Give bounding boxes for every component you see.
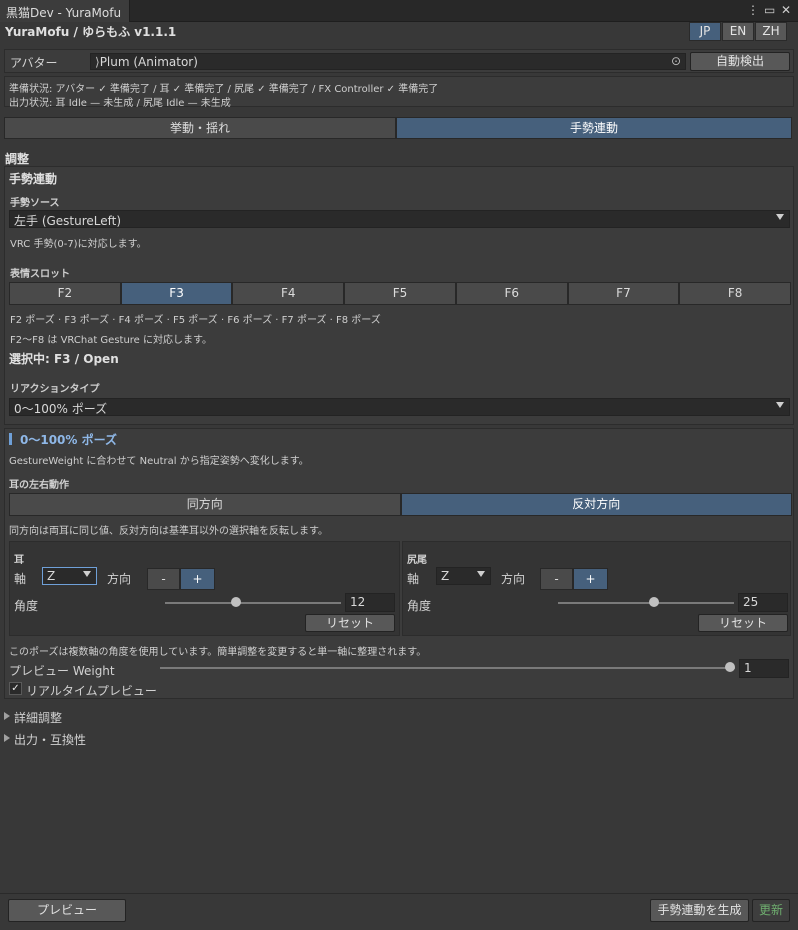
tail-axis-dropdown[interactable]: Z bbox=[436, 567, 491, 585]
slot-f3[interactable]: F3 bbox=[120, 282, 233, 305]
slots-summary: F2 ポーズ · F3 ポーズ · F4 ポーズ · F5 ポーズ · F6 ポ… bbox=[10, 315, 381, 326]
avatar-label: アバター bbox=[10, 56, 58, 70]
pose-panel: 0〜100% ポーズ GestureWeight に合わせて Neutral か… bbox=[4, 428, 794, 699]
preview-weight-field[interactable]: 1 bbox=[739, 659, 789, 678]
realtime-preview-label: リアルタイムプレビュー bbox=[26, 684, 157, 698]
maximize-icon[interactable]: ▭ bbox=[764, 3, 775, 17]
chevron-down-icon bbox=[776, 402, 784, 408]
gesture-source-label: 手勢ソース bbox=[10, 198, 60, 209]
gesture-source-value: 左手 (GestureLeft) bbox=[14, 214, 122, 228]
window-tab-bar: 黒猫Dev - YuraMofu ⋮ ▭ ✕ bbox=[0, 0, 798, 22]
tab-gesture[interactable]: 手勢連動 bbox=[396, 117, 792, 139]
slider-thumb[interactable] bbox=[649, 597, 659, 607]
tail-title: 尻尾 bbox=[407, 555, 427, 566]
tail-angle-field[interactable]: 25 bbox=[738, 593, 788, 612]
triangle-right-icon bbox=[4, 734, 10, 742]
close-icon[interactable]: ✕ bbox=[781, 3, 791, 17]
tail-axis-value: Z bbox=[441, 569, 450, 583]
preview-weight-slider[interactable] bbox=[160, 662, 735, 674]
multi-axis-note: このポーズは複数軸の角度を使用しています。簡単調整を変更すると単一軸に整理されま… bbox=[9, 647, 427, 658]
direction-help: 同方向は両耳に同じ値、反対方向は基準耳以外の選択軸を反転します。 bbox=[9, 526, 328, 537]
ear-minus-button[interactable]: - bbox=[147, 568, 180, 590]
lang-jp-button[interactable]: JP bbox=[689, 22, 721, 41]
slider-track bbox=[558, 602, 734, 604]
opposite-direction-option[interactable]: 反対方向 bbox=[400, 493, 792, 516]
foldout-output-label: 出力・互換性 bbox=[14, 733, 87, 747]
ear-angle-field[interactable]: 12 bbox=[345, 593, 395, 612]
gesture-source-help: VRC 手勢(0-7)に対応します。 bbox=[10, 239, 147, 250]
ear-plus-button[interactable]: + bbox=[180, 568, 215, 590]
subsection-title: 手勢連動 bbox=[9, 172, 58, 186]
triangle-right-icon bbox=[4, 712, 10, 720]
gesture-source-dropdown[interactable]: 左手 (GestureLeft) bbox=[9, 210, 790, 228]
chevron-down-icon bbox=[83, 571, 91, 577]
tab-behavior[interactable]: 挙動・揺れ bbox=[4, 117, 396, 139]
slot-f7[interactable]: F7 bbox=[567, 282, 680, 305]
update-button[interactable]: 更新 bbox=[752, 899, 790, 922]
tail-reset-button[interactable]: リセット bbox=[698, 614, 788, 632]
pose-title: 0〜100% ポーズ bbox=[20, 433, 117, 447]
ear-lr-label: 耳の左右動作 bbox=[9, 480, 69, 491]
section-title: 調整 bbox=[5, 152, 30, 166]
tail-angle-label: 角度 bbox=[407, 599, 432, 613]
preview-button[interactable]: プレビュー bbox=[8, 899, 126, 922]
status-output: 出力状況: 耳 Idle — 未生成 / 尻尾 Idle — 未生成 bbox=[9, 98, 231, 109]
ear-axis-dropdown[interactable]: Z bbox=[42, 567, 97, 585]
chevron-down-icon bbox=[776, 214, 784, 220]
ear-title: 耳 bbox=[14, 555, 24, 566]
lang-en-button[interactable]: EN bbox=[722, 22, 754, 41]
slider-thumb[interactable] bbox=[231, 597, 241, 607]
app-title: YuraMofu / ゆらもふ v1.1.1 bbox=[5, 25, 177, 39]
ear-angle-label: 角度 bbox=[14, 599, 39, 613]
slot-label: 表情スロット bbox=[10, 269, 70, 280]
status-ready: 準備状況: アバター ✓ 準備完了 / 耳 ✓ 準備完了 / 尻尾 ✓ 準備完了… bbox=[9, 84, 439, 95]
reaction-type-label: リアクションタイプ bbox=[10, 384, 100, 395]
avatar-value: Plum (Animator) bbox=[99, 55, 198, 69]
menu-icon[interactable]: ⋮ bbox=[747, 3, 759, 17]
pose-description: GestureWeight に合わせて Neutral から指定姿勢へ変化します… bbox=[9, 456, 309, 467]
generate-button[interactable]: 手勢連動を生成 bbox=[650, 899, 749, 922]
tail-axis-label: 軸 bbox=[407, 572, 420, 586]
slot-f8[interactable]: F8 bbox=[679, 282, 792, 305]
slot-f6[interactable]: F6 bbox=[455, 282, 568, 305]
tail-direction-label: 方向 bbox=[501, 572, 526, 586]
gesture-panel: 手勢連動 手勢ソース 左手 (GestureLeft) VRC 手勢(0-7)に… bbox=[4, 166, 794, 425]
foldout-advanced-label: 詳細調整 bbox=[14, 711, 63, 725]
object-picker-icon[interactable]: ⊙ bbox=[671, 54, 681, 68]
tail-minus-button[interactable]: - bbox=[540, 568, 573, 590]
section-accent-bar bbox=[9, 433, 12, 445]
slot-segment: F2 F3 F4 F5 F6 F7 F8 bbox=[9, 282, 792, 305]
tail-plus-button[interactable]: + bbox=[573, 568, 608, 590]
slot-f5[interactable]: F5 bbox=[344, 282, 456, 305]
ear-angle-slider[interactable] bbox=[165, 597, 341, 609]
ear-axis-label: 軸 bbox=[14, 572, 27, 586]
ear-box: 耳 軸 Z 方向 - + 角度 12 リセット bbox=[9, 541, 400, 636]
slider-thumb[interactable] bbox=[725, 662, 735, 672]
selected-slot-text: 選択中: F3 / Open bbox=[9, 352, 119, 366]
realtime-preview-checkbox[interactable]: ✓ bbox=[9, 682, 22, 695]
ear-reset-button[interactable]: リセット bbox=[305, 614, 395, 632]
slots-help: F2〜F8 は VRChat Gesture に対応します。 bbox=[10, 335, 213, 346]
lang-zh-button[interactable]: ZH bbox=[755, 22, 787, 41]
ear-direction-label: 方向 bbox=[107, 572, 132, 586]
ear-axis-value: Z bbox=[47, 569, 56, 583]
slot-f4[interactable]: F4 bbox=[232, 282, 345, 305]
footer-bar: プレビュー 手勢連動を生成 更新 bbox=[0, 893, 798, 930]
tail-box: 尻尾 軸 Z 方向 - + 角度 25 リセット bbox=[402, 541, 791, 636]
slot-f2[interactable]: F2 bbox=[9, 282, 121, 305]
preview-weight-label: プレビュー Weight bbox=[9, 664, 115, 678]
status-panel: 準備状況: アバター ✓ 準備完了 / 耳 ✓ 準備完了 / 尻尾 ✓ 準備完了… bbox=[4, 76, 794, 109]
avatar-panel: アバター ⟩Plum (Animator) ⊙ 自動検出 bbox=[4, 49, 794, 73]
slider-track bbox=[165, 602, 341, 604]
reaction-type-value: 0〜100% ポーズ bbox=[14, 402, 108, 416]
tail-angle-slider[interactable] bbox=[558, 597, 734, 609]
avatar-field[interactable]: ⟩Plum (Animator) ⊙ bbox=[90, 53, 686, 70]
chevron-down-icon bbox=[477, 571, 485, 577]
window-tab[interactable]: 黒猫Dev - YuraMofu bbox=[0, 0, 130, 22]
slider-track bbox=[160, 667, 735, 669]
reaction-type-dropdown[interactable]: 0〜100% ポーズ bbox=[9, 398, 790, 416]
auto-detect-button[interactable]: 自動検出 bbox=[690, 52, 790, 71]
same-direction-option[interactable]: 同方向 bbox=[9, 493, 401, 516]
direction-segment: 同方向 反対方向 bbox=[9, 493, 792, 516]
